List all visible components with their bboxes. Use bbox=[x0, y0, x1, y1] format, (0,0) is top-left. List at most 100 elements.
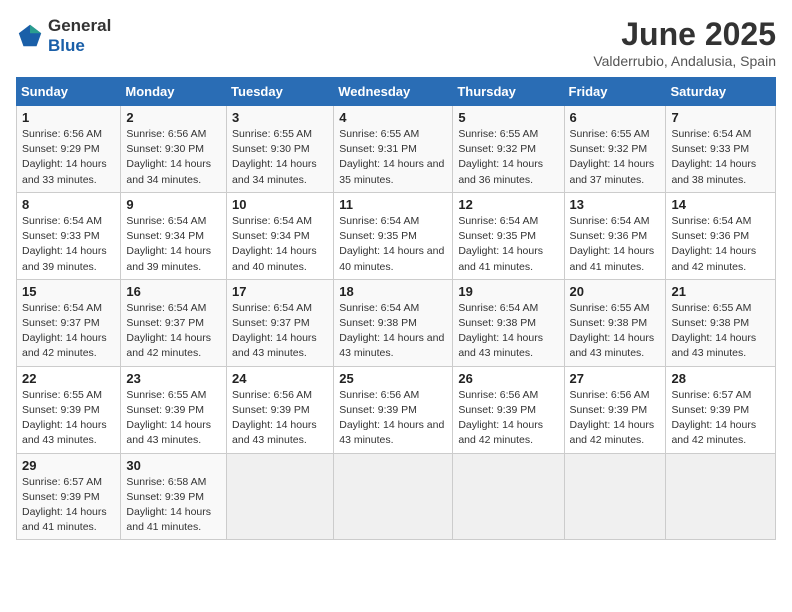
page-header: General Blue June 2025 Valderrubio, Anda… bbox=[16, 16, 776, 69]
day-info: Sunrise: 6:56 AMSunset: 9:39 PMDaylight:… bbox=[232, 389, 317, 447]
calendar-week-1: 1Sunrise: 6:56 AMSunset: 9:29 PMDaylight… bbox=[17, 106, 776, 193]
calendar-cell-19: 19 Sunrise: 6:54 AMSunset: 9:38 PMDayligh… bbox=[453, 279, 564, 366]
day-number: 3 bbox=[232, 110, 328, 125]
day-number: 19 bbox=[458, 284, 558, 299]
day-number: 4 bbox=[339, 110, 447, 125]
day-info: Sunrise: 6:56 AMSunset: 9:30 PMDaylight:… bbox=[126, 128, 211, 186]
calendar-cell-7: 7Sunrise: 6:54 AMSunset: 9:33 PMDaylight… bbox=[666, 106, 776, 193]
calendar-cell-26: 26 Sunrise: 6:56 AMSunset: 9:39 PMDayligh… bbox=[453, 366, 564, 453]
day-info: Sunrise: 6:54 AMSunset: 9:36 PMDaylight:… bbox=[671, 215, 756, 273]
day-number: 13 bbox=[570, 197, 661, 212]
day-info: Sunrise: 6:54 AMSunset: 9:35 PMDaylight:… bbox=[458, 215, 543, 273]
weekday-header-sunday: Sunday bbox=[17, 78, 121, 106]
weekday-header-saturday: Saturday bbox=[666, 78, 776, 106]
day-number: 9 bbox=[126, 197, 221, 212]
calendar-cell-12: 12 Sunrise: 6:54 AMSunset: 9:35 PMDayligh… bbox=[453, 192, 564, 279]
day-number: 20 bbox=[570, 284, 661, 299]
day-info: Sunrise: 6:54 AMSunset: 9:37 PMDaylight:… bbox=[22, 302, 107, 360]
day-number: 18 bbox=[339, 284, 447, 299]
calendar-cell-22: 22 Sunrise: 6:55 AMSunset: 9:39 PMDayligh… bbox=[17, 366, 121, 453]
subtitle: Valderrubio, Andalusia, Spain bbox=[593, 53, 776, 69]
calendar-cell-empty bbox=[227, 453, 334, 540]
day-number: 29 bbox=[22, 458, 115, 473]
day-number: 14 bbox=[671, 197, 770, 212]
calendar-cell-17: 17Sunrise: 6:54 AMSunset: 9:37 PMDayligh… bbox=[227, 279, 334, 366]
day-info: Sunrise: 6:55 AMSunset: 9:30 PMDaylight:… bbox=[232, 128, 317, 186]
weekday-header-row: SundayMondayTuesdayWednesdayThursdayFrid… bbox=[17, 78, 776, 106]
day-info: Sunrise: 6:55 AMSunset: 9:39 PMDaylight:… bbox=[22, 389, 107, 447]
calendar-cell-8: 8 Sunrise: 6:54 AMSunset: 9:33 PMDaylight… bbox=[17, 192, 121, 279]
main-title: June 2025 bbox=[593, 16, 776, 53]
calendar-cell-28: 28 Sunrise: 6:57 AMSunset: 9:39 PMDayligh… bbox=[666, 366, 776, 453]
day-number: 28 bbox=[671, 371, 770, 386]
day-info: Sunrise: 6:55 AMSunset: 9:32 PMDaylight:… bbox=[458, 128, 543, 186]
calendar-cell-27: 27 Sunrise: 6:56 AMSunset: 9:39 PMDayligh… bbox=[564, 366, 666, 453]
day-number: 2 bbox=[126, 110, 221, 125]
day-number: 21 bbox=[671, 284, 770, 299]
day-number: 22 bbox=[22, 371, 115, 386]
day-info: Sunrise: 6:54 AMSunset: 9:34 PMDaylight:… bbox=[126, 215, 211, 273]
day-info: Sunrise: 6:54 AMSunset: 9:37 PMDaylight:… bbox=[126, 302, 211, 360]
calendar-table: SundayMondayTuesdayWednesdayThursdayFrid… bbox=[16, 77, 776, 540]
calendar-week-5: 29 Sunrise: 6:57 AMSunset: 9:39 PMDayligh… bbox=[17, 453, 776, 540]
day-info: Sunrise: 6:58 AMSunset: 9:39 PMDaylight:… bbox=[126, 476, 211, 534]
calendar-cell-empty bbox=[564, 453, 666, 540]
calendar-cell-10: 10 Sunrise: 6:54 AMSunset: 9:34 PMDayligh… bbox=[227, 192, 334, 279]
day-number: 10 bbox=[232, 197, 328, 212]
calendar-cell-9: 9 Sunrise: 6:54 AMSunset: 9:34 PMDaylight… bbox=[121, 192, 227, 279]
calendar-cell-empty bbox=[334, 453, 453, 540]
calendar-cell-4: 4Sunrise: 6:55 AMSunset: 9:31 PMDaylight… bbox=[334, 106, 453, 193]
weekday-header-wednesday: Wednesday bbox=[334, 78, 453, 106]
calendar-cell-2: 2 Sunrise: 6:56 AMSunset: 9:30 PMDaylight… bbox=[121, 106, 227, 193]
calendar-cell-24: 24 Sunrise: 6:56 AMSunset: 9:39 PMDayligh… bbox=[227, 366, 334, 453]
calendar-cell-empty bbox=[666, 453, 776, 540]
calendar-cell-23: 23Sunrise: 6:55 AMSunset: 9:39 PMDayligh… bbox=[121, 366, 227, 453]
day-number: 24 bbox=[232, 371, 328, 386]
day-number: 11 bbox=[339, 197, 447, 212]
day-info: Sunrise: 6:54 AMSunset: 9:38 PMDaylight:… bbox=[458, 302, 543, 360]
logo-text: General Blue bbox=[48, 16, 111, 56]
day-number: 12 bbox=[458, 197, 558, 212]
logo-icon bbox=[16, 22, 44, 50]
weekday-header-monday: Monday bbox=[121, 78, 227, 106]
day-info: Sunrise: 6:57 AMSunset: 9:39 PMDaylight:… bbox=[22, 476, 107, 534]
calendar-cell-5: 5Sunrise: 6:55 AMSunset: 9:32 PMDaylight… bbox=[453, 106, 564, 193]
day-info: Sunrise: 6:55 AMSunset: 9:38 PMDaylight:… bbox=[570, 302, 655, 360]
day-info: Sunrise: 6:55 AMSunset: 9:32 PMDaylight:… bbox=[570, 128, 655, 186]
day-number: 26 bbox=[458, 371, 558, 386]
day-info: Sunrise: 6:57 AMSunset: 9:39 PMDaylight:… bbox=[671, 389, 756, 447]
logo-general: General bbox=[48, 16, 111, 35]
day-info: Sunrise: 6:54 AMSunset: 9:33 PMDaylight:… bbox=[22, 215, 107, 273]
calendar-cell-30: 30Sunrise: 6:58 AMSunset: 9:39 PMDayligh… bbox=[121, 453, 227, 540]
calendar-cell-13: 13 Sunrise: 6:54 AMSunset: 9:36 PMDayligh… bbox=[564, 192, 666, 279]
calendar-cell-3: 3 Sunrise: 6:55 AMSunset: 9:30 PMDaylight… bbox=[227, 106, 334, 193]
weekday-header-thursday: Thursday bbox=[453, 78, 564, 106]
day-info: Sunrise: 6:56 AMSunset: 9:39 PMDaylight:… bbox=[339, 389, 444, 447]
calendar-week-2: 8 Sunrise: 6:54 AMSunset: 9:33 PMDaylight… bbox=[17, 192, 776, 279]
calendar-cell-21: 21 Sunrise: 6:55 AMSunset: 9:38 PMDayligh… bbox=[666, 279, 776, 366]
calendar-cell-1: 1Sunrise: 6:56 AMSunset: 9:29 PMDaylight… bbox=[17, 106, 121, 193]
calendar-cell-empty bbox=[453, 453, 564, 540]
day-number: 8 bbox=[22, 197, 115, 212]
day-info: Sunrise: 6:54 AMSunset: 9:33 PMDaylight:… bbox=[671, 128, 756, 186]
day-info: Sunrise: 6:56 AMSunset: 9:39 PMDaylight:… bbox=[570, 389, 655, 447]
day-info: Sunrise: 6:54 AMSunset: 9:35 PMDaylight:… bbox=[339, 215, 444, 273]
calendar-cell-25: 25 Sunrise: 6:56 AMSunset: 9:39 PMDayligh… bbox=[334, 366, 453, 453]
day-info: Sunrise: 6:55 AMSunset: 9:38 PMDaylight:… bbox=[671, 302, 756, 360]
day-number: 25 bbox=[339, 371, 447, 386]
weekday-header-friday: Friday bbox=[564, 78, 666, 106]
calendar-week-4: 22 Sunrise: 6:55 AMSunset: 9:39 PMDayligh… bbox=[17, 366, 776, 453]
day-info: Sunrise: 6:54 AMSunset: 9:36 PMDaylight:… bbox=[570, 215, 655, 273]
day-number: 17 bbox=[232, 284, 328, 299]
title-area: June 2025 Valderrubio, Andalusia, Spain bbox=[593, 16, 776, 69]
day-number: 15 bbox=[22, 284, 115, 299]
calendar-cell-29: 29 Sunrise: 6:57 AMSunset: 9:39 PMDayligh… bbox=[17, 453, 121, 540]
day-info: Sunrise: 6:56 AMSunset: 9:39 PMDaylight:… bbox=[458, 389, 543, 447]
logo-blue: Blue bbox=[48, 36, 85, 55]
calendar-cell-15: 15 Sunrise: 6:54 AMSunset: 9:37 PMDayligh… bbox=[17, 279, 121, 366]
day-number: 16 bbox=[126, 284, 221, 299]
weekday-header-tuesday: Tuesday bbox=[227, 78, 334, 106]
day-number: 27 bbox=[570, 371, 661, 386]
day-info: Sunrise: 6:54 AMSunset: 9:34 PMDaylight:… bbox=[232, 215, 317, 273]
day-info: Sunrise: 6:54 AMSunset: 9:38 PMDaylight:… bbox=[339, 302, 444, 360]
